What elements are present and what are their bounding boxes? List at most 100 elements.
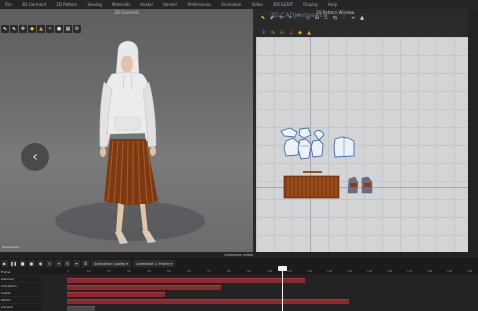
menu-item-3[interactable]: Sewing [82,2,106,7]
track-bar-camera[interactable] [67,306,95,311]
key-icon[interactable]: ◆ [37,260,44,267]
avatar-figure[interactable] [0,9,253,252]
ruler-tick: 30 [127,269,131,273]
loop-icon[interactable]: ↻ [64,260,71,267]
timeline-ruler[interactable]: 0 10 20 30 40 50 60 70 80 90 100 110 120 130 140 150 160… [42,269,478,274]
menu-item-8[interactable]: Animation [216,2,246,7]
avatar-shadow [55,201,205,241]
track-label-5[interactable]: Camera [0,304,42,311]
ruler-tick: 20 [107,269,111,273]
marker-icon[interactable]: ▾ [73,260,80,267]
step-icon[interactable]: ⇥ [55,260,62,267]
play-icon[interactable]: ▶ [1,260,8,267]
previous-button[interactable]: ‹ [21,143,49,171]
right-hand [150,146,156,156]
ruler-tick: 200 [467,269,473,273]
fps-icon[interactable]: ⏱ [82,260,89,267]
notch-icon[interactable]: ⊥ [287,28,295,37]
tag-icon[interactable]: ◆ [296,28,304,37]
menu-item-9[interactable]: Video [246,2,267,7]
skirt-pattern [283,171,340,199]
trace-icon[interactable]: ⊹ [278,28,286,37]
face-shape [121,55,133,73]
ruler-tick: 70 [207,269,211,273]
track-bar-avatar[interactable] [67,292,165,297]
ruler-tick: 100 [267,269,273,273]
right-scrollbar[interactable] [468,9,478,252]
track-bar-garment[interactable] [67,278,305,283]
edit-curve-icon[interactable]: ⌇ [260,28,268,37]
track-label-1[interactable]: Garment [0,276,42,283]
viewport-axis-label: Perspective [2,245,20,249]
menu-item-10[interactable]: 3DFILEDIT [268,2,299,7]
timeline-toolbar: ▶ ❚❚ ■ ● ◆ ◇ ⇥ ↻ ▾ ⏱ Animation Quality ▾ Animation … [0,259,478,268]
keyframe-icon[interactable]: ◇ [46,260,53,267]
free-sewing-icon[interactable]: ⫷ [349,13,357,22]
menu-bar: File 3D Garment 2D Pattern Sewing Materials A… [0,0,478,9]
ruler-tick: 110 [287,269,293,273]
small-patterns [347,176,373,194]
front-piece-center [297,138,312,160]
ruler-tick: 120 [307,269,313,273]
menu-item-5[interactable]: Avatar [135,2,158,7]
skirt-waistband [303,171,322,173]
ruler-tick: 180 [427,269,433,273]
ruler-tick: 170 [407,269,413,273]
ruler-tick: 150 [367,269,373,273]
track-label-list: Frame Garment Simulation Avatar Motion Camera [0,269,42,311]
animation-editor: Animation editor ▶ ❚❚ ■ ● ◆ ◇ ⇥ ↻ ▾ ⏱ Animation Qu… [0,252,478,311]
view-2d-pattern[interactable]: 2D Pattern Window ⬉ ⬈ ✎ • ⌒ ◇ ⊟ ⎍ ⇆ ⫶ ⫷ ▲ ⌇ ∿ ⊹ ⊥ ◆ ▲ [256,9,468,252]
menu-item-1[interactable]: 3D Garment [17,2,51,7]
sleeve-piece-top [313,130,325,141]
track-label-2[interactable]: Simulation [0,283,42,290]
menu-item-7[interactable]: Preferences [183,2,217,7]
hood-piece-left [280,127,298,138]
hoodie-patterns [280,127,355,160]
pattern-pieces[interactable] [256,37,468,252]
front-piece-left [283,137,300,157]
stop-icon[interactable]: ■ [19,260,26,267]
hood-piece-right [298,127,312,139]
menu-item-2[interactable]: 2D Pattern [51,2,82,7]
track-bar-motion[interactable] [67,299,349,304]
select-icon[interactable]: ⬉ [259,13,267,22]
sweatshirt-pocket [114,116,141,131]
ruler-tick: 140 [347,269,353,273]
shirt-icon[interactable]: ▲ [305,28,313,37]
spline-icon[interactable]: ∿ [269,28,277,37]
record-icon[interactable]: ● [28,260,35,267]
ruler-tick: 190 [447,269,453,273]
ruler-tick: 90 [247,269,251,273]
menu-item-4[interactable]: Materials [107,2,135,7]
pause-icon[interactable]: ❚❚ [10,260,17,267]
menu-item-6[interactable]: Render [158,2,182,7]
ruler-tick: 130 [327,269,333,273]
menu-item-11[interactable]: Display [298,2,323,7]
timeline-dropdown-0[interactable]: Animation Quality ▾ [91,260,132,267]
watermark-text: 3D.CADJourney.co [270,12,328,19]
timeline-dropdown-1[interactable]: Animation 1 Frame ▾ [133,260,176,267]
track-label-0[interactable]: Frame [0,269,42,276]
ruler-tick: 40 [147,269,151,273]
ruler-tick: 80 [227,269,231,273]
track-label-3[interactable]: Avatar [0,290,42,297]
front-piece-right [310,139,324,158]
pattern-canvas[interactable] [256,37,468,252]
sewing-icon[interactable]: ⫶ [340,13,348,22]
shirt-icon[interactable]: ▲ [358,13,366,22]
track-bar-simulation[interactable] [67,285,221,290]
ruler-tick: 10 [87,269,91,273]
playhead[interactable] [282,267,283,311]
chevron-left-icon: ‹ [32,149,38,165]
menu-item-12[interactable]: Help [323,2,342,7]
timeline-tracks[interactable]: 0 10 20 30 40 50 60 70 80 90 100 110 120 130 140 150 160… [42,266,478,311]
ruler-tick: 0 [67,269,69,273]
ruler-tick: 60 [187,269,191,273]
left-hand [100,147,106,157]
symmetry-icon[interactable]: ⇆ [331,13,339,22]
ruler-tick: 160 [387,269,393,273]
track-label-4[interactable]: Motion [0,297,42,304]
ruler-tick: 50 [167,269,171,273]
view-3d-viewport[interactable]: 3D Garment ⬉ ⬉ ✥ ◆ ▲ ☀ ● ▦ ⚙ ‹ Perspective [0,9,253,252]
menu-item-0[interactable]: File [0,2,17,7]
